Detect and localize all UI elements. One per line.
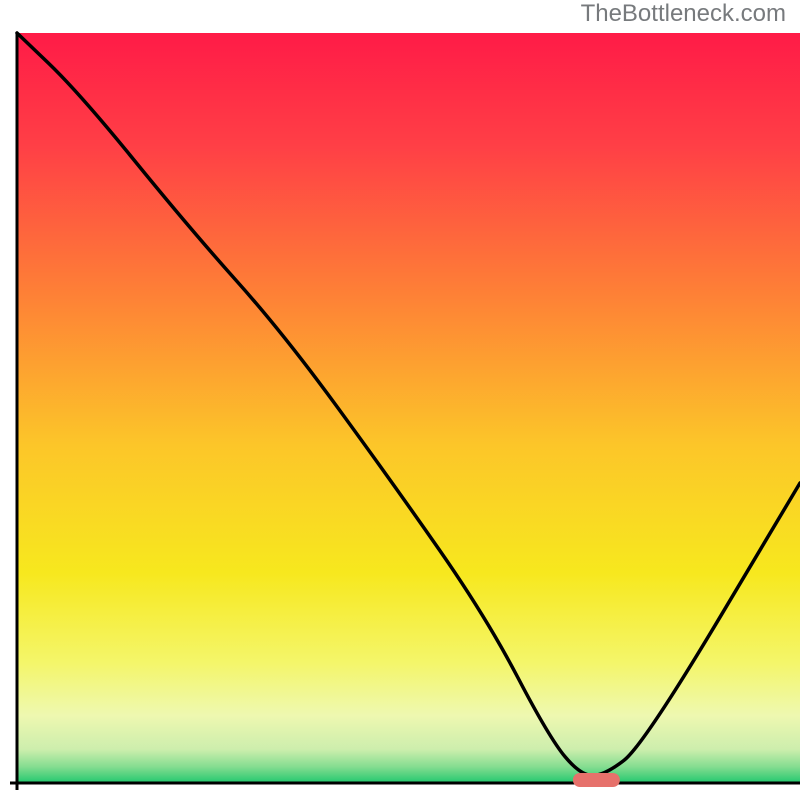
bottleneck-chart (0, 0, 800, 800)
plot-background (17, 33, 800, 783)
chart-container: TheBottleneck.com (0, 0, 800, 800)
optimal-marker (573, 773, 620, 787)
